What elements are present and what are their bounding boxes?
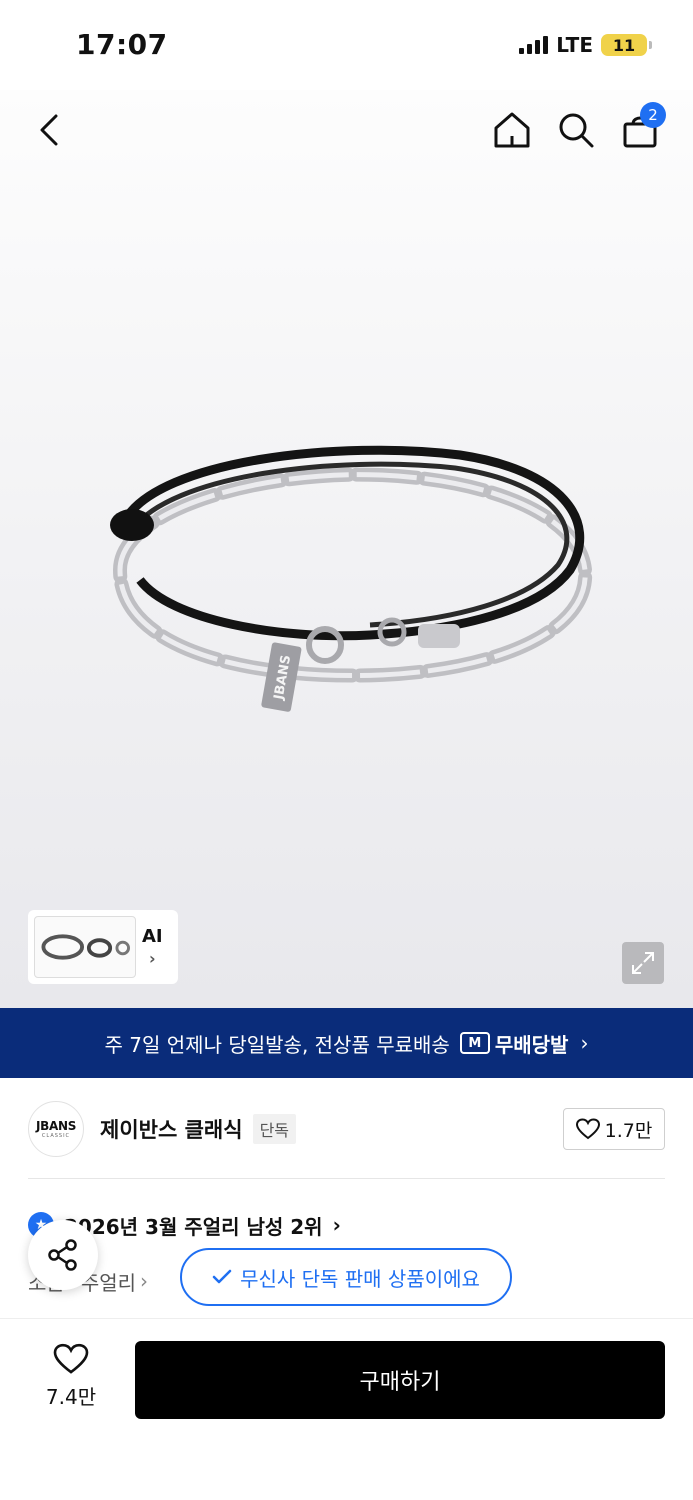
chevron-right-icon: ›: [332, 1213, 341, 1237]
chevron-right-icon: ›: [140, 1269, 149, 1293]
home-button[interactable]: [490, 108, 534, 152]
status-indicators: LTE 11: [519, 33, 652, 57]
product-image: JBANS: [110, 445, 593, 712]
shipping-banner[interactable]: 주 7일 언제나 당일발송, 전상품 무료배송 M 무배당발 ›: [0, 1008, 693, 1078]
status-bar: 17:07 LTE 11: [0, 0, 693, 90]
heart-icon: [575, 1118, 600, 1140]
banner-brand-label: 무배당발: [494, 1032, 569, 1057]
signal-icon: [519, 36, 549, 54]
share-button[interactable]: [28, 1220, 98, 1290]
battery-level: 11: [612, 35, 636, 55]
thumbnail-strip[interactable]: AI ›: [28, 910, 178, 984]
back-button[interactable]: [28, 108, 72, 152]
wishlist-button[interactable]: 7.4만: [34, 1343, 108, 1410]
search-button[interactable]: [554, 108, 598, 152]
brand-like-button[interactable]: 1.7만: [563, 1108, 665, 1150]
delivery-truck-icon: M: [459, 1032, 490, 1054]
cart-count-badge: 2: [640, 102, 666, 128]
ai-label: AI: [142, 926, 163, 947]
search-icon: [559, 113, 594, 148]
brand-logo-text: JBANS: [35, 1119, 77, 1133]
bottom-action-bar: 7.4만 구매하기: [0, 1318, 693, 1500]
battery-icon: 11: [601, 34, 652, 56]
home-icon: [494, 112, 530, 148]
status-time: 17:07: [76, 28, 168, 61]
brand-like-count: 1.7만: [604, 1119, 653, 1142]
exclusive-tag: 단독: [252, 1114, 297, 1144]
banner-brand: M 무배당발: [459, 1029, 569, 1058]
network-label: LTE: [556, 33, 593, 57]
banner-text: 주 7일 언제나 당일발송, 전상품 무료배송: [104, 1032, 450, 1057]
divider: [28, 1178, 665, 1179]
share-icon: [48, 1239, 77, 1271]
wishlist-count: 7.4만: [45, 1385, 97, 1409]
expand-icon: [632, 952, 654, 974]
exclusive-notice: 무신사 단독 판매 상품이에요: [180, 1248, 512, 1306]
brand-logo[interactable]: JBANS CLASSIC: [28, 1101, 84, 1157]
brand-row: JBANS CLASSIC 제이반스 클래식 단독 1.7만: [28, 1100, 665, 1158]
check-icon: [212, 1269, 232, 1284]
chevron-right-icon: ›: [149, 949, 156, 968]
brand-name[interactable]: 제이반스 클래식: [100, 1114, 243, 1144]
heart-icon: [53, 1343, 89, 1374]
buy-button[interactable]: 구매하기: [135, 1341, 665, 1419]
top-nav: 2: [0, 90, 693, 170]
ai-button[interactable]: AI ›: [142, 926, 163, 968]
chevron-right-icon: ›: [580, 1031, 589, 1055]
cart-button[interactable]: 2: [618, 102, 666, 152]
back-icon: [40, 114, 58, 146]
expand-button[interactable]: [622, 942, 664, 984]
brand-logo-sub: CLASSIC: [41, 1133, 71, 1139]
thumbnail-image: [34, 916, 136, 978]
ranking-text: 2026년 3월 주얼리 남성 2위: [64, 1214, 323, 1239]
exclusive-text: 무신사 단독 판매 상품이에요: [240, 1266, 480, 1291]
